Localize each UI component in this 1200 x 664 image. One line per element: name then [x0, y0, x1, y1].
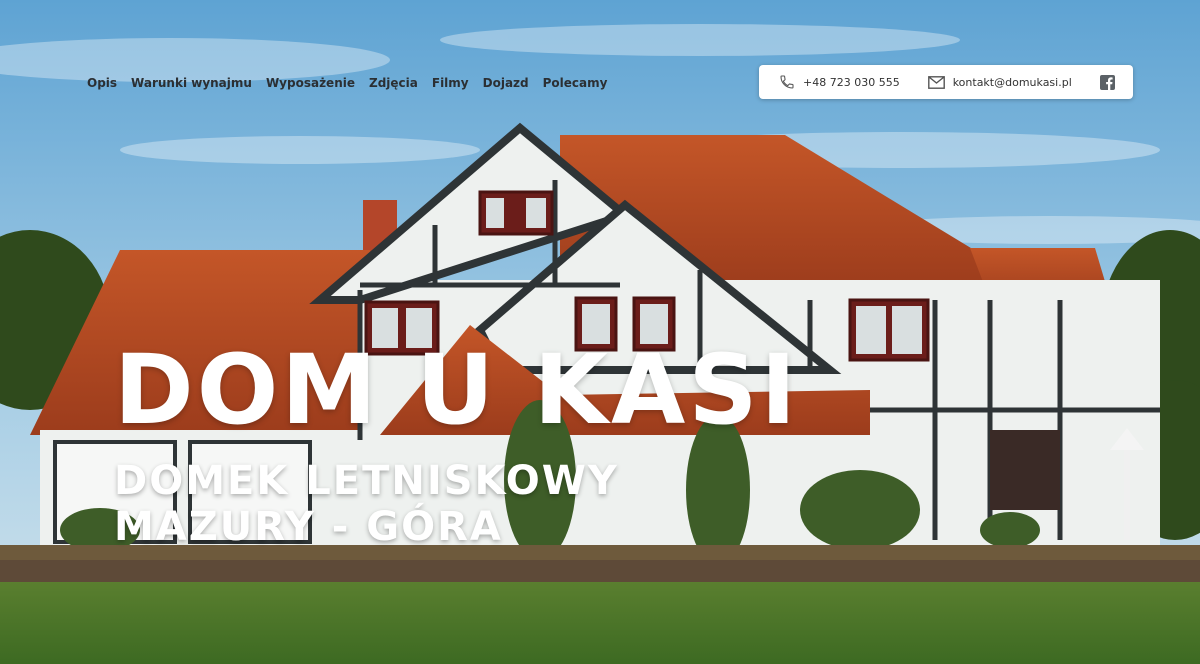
- hero-headline: DOM U KASI DOMEK LETNISKOWY MAZURY - GÓR…: [114, 342, 799, 550]
- facebook-icon: [1099, 74, 1115, 90]
- phone-link[interactable]: +48 723 030 555: [779, 74, 900, 90]
- contact-bar: +48 723 030 555 kontakt@domukasi.pl: [759, 65, 1133, 99]
- main-nav: Opis Warunki wynajmu Wyposażenie Zdjęcia…: [87, 76, 607, 90]
- email-link[interactable]: kontakt@domukasi.pl: [927, 75, 1072, 89]
- phone-icon: [780, 75, 794, 89]
- nav-item-filmy[interactable]: Filmy: [432, 76, 469, 90]
- facebook-link[interactable]: [1099, 74, 1115, 90]
- nav-item-zdjecia[interactable]: Zdjęcia: [369, 76, 418, 90]
- nav-item-polecamy[interactable]: Polecamy: [543, 76, 608, 90]
- subtitle-line-1: DOMEK LETNISKOWY: [114, 458, 619, 504]
- envelope-icon: [927, 75, 945, 89]
- site-title: DOM U KASI: [114, 334, 800, 446]
- hero-section: Opis Warunki wynajmu Wyposażenie Zdjęcia…: [0, 0, 1200, 664]
- hero-background-photo: [0, 0, 1200, 664]
- nav-item-warunki-wynajmu[interactable]: Warunki wynajmu: [131, 76, 252, 90]
- subtitle-line-2: MAZURY - GÓRA: [114, 504, 503, 550]
- nav-item-opis[interactable]: Opis: [87, 76, 117, 90]
- nav-item-dojazd[interactable]: Dojazd: [483, 76, 529, 90]
- phone-number: +48 723 030 555: [803, 75, 900, 89]
- email-address: kontakt@domukasi.pl: [952, 75, 1072, 89]
- nav-item-wyposazenie[interactable]: Wyposażenie: [266, 76, 355, 90]
